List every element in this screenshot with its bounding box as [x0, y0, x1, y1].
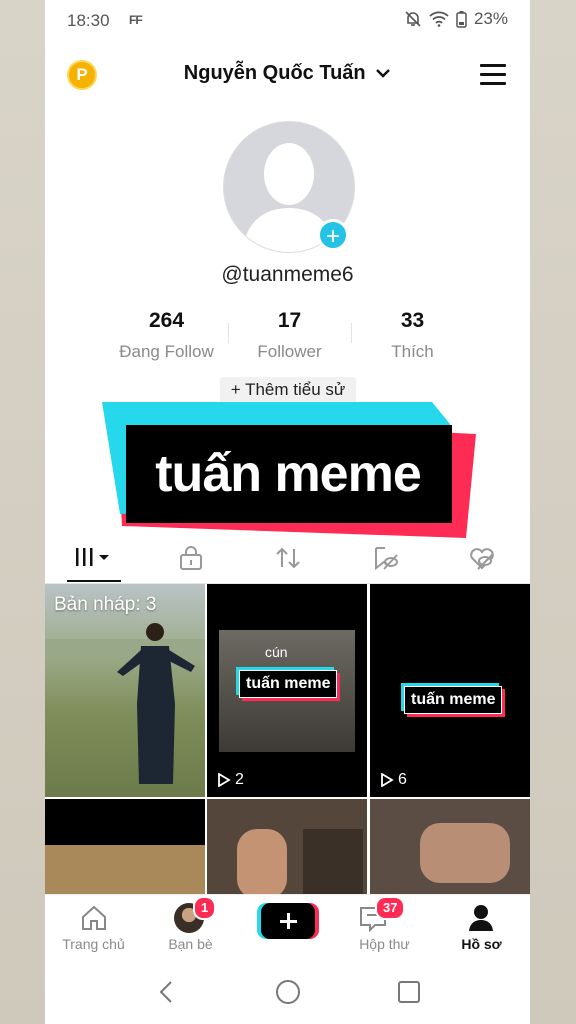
stat-followers[interactable]: 17 Follower: [228, 309, 351, 369]
bottom-nav: Trang chủ 1 Bạn bè 37 Hộp thư Hồ sơ: [45, 894, 530, 961]
tab-videos[interactable]: [45, 535, 142, 583]
account-name: Nguyễn Quốc Tuấn: [183, 62, 366, 84]
profile-stats: 264 Đang Follow 17 Follower 33 Thích: [105, 309, 475, 369]
lock-icon: [179, 546, 202, 570]
add-photo-button[interactable]: +: [317, 219, 349, 251]
back-icon[interactable]: [153, 978, 181, 1006]
bell-muted-icon: [404, 10, 422, 28]
menu-icon[interactable]: [480, 64, 506, 86]
friends-badge: 1: [193, 896, 217, 920]
account-switcher[interactable]: Nguyễn Quốc Tuấn: [45, 62, 530, 85]
nav-inbox[interactable]: 37 Hộp thư: [336, 895, 433, 961]
home-icon: [82, 905, 106, 930]
stat-likes[interactable]: 33 Thích: [351, 309, 474, 369]
background-left: [0, 0, 45, 1024]
drafts-tile[interactable]: Bản nháp: 3: [45, 584, 205, 797]
banner-text: tuấn meme: [155, 445, 422, 503]
tab-reposts[interactable]: [239, 535, 336, 583]
active-tab-indicator: [67, 580, 121, 582]
video-caption: cún: [265, 644, 288, 660]
play-icon: [381, 773, 394, 787]
play-icon: [218, 773, 231, 787]
create-button: [261, 903, 315, 939]
recents-icon[interactable]: [395, 978, 423, 1006]
video-tile[interactable]: tuấn meme 6: [370, 584, 530, 797]
tab-private[interactable]: [142, 535, 239, 583]
video-tile[interactable]: cún tuấn meme 2: [207, 584, 367, 797]
liked-icon: [469, 548, 494, 570]
saved-icon: [374, 547, 398, 570]
battery-icon: [456, 10, 467, 28]
content-tabs: [45, 535, 530, 584]
tab-saved[interactable]: [336, 535, 433, 583]
view-count: 2: [217, 771, 244, 789]
username: @tuanmeme6: [221, 263, 354, 286]
videos-icon: [75, 548, 109, 566]
chevron-down-icon: [375, 62, 391, 85]
background-right: [530, 0, 576, 1024]
video-grid: Bản nháp: 3 cún tuấn meme 2 tuấn meme 6: [45, 584, 530, 1012]
video-badge: tuấn meme: [239, 670, 338, 698]
profile-icon: [469, 905, 493, 931]
nav-profile[interactable]: Hồ sơ: [433, 895, 530, 961]
tab-liked[interactable]: [433, 535, 530, 583]
view-count: 6: [380, 771, 407, 789]
nav-friends[interactable]: 1 Bạn bè: [142, 895, 239, 961]
drafts-label: Bản nháp: 3: [54, 594, 157, 615]
battery-percent: 23%: [473, 9, 508, 28]
stat-following[interactable]: 264 Đang Follow: [105, 309, 228, 369]
status-indicator: FF: [129, 13, 143, 27]
nav-create[interactable]: [239, 895, 336, 961]
inbox-badge: 37: [375, 896, 406, 920]
home-circle-icon[interactable]: [274, 978, 302, 1006]
wifi-icon: [429, 11, 449, 27]
clock: 18:30: [67, 11, 110, 30]
status-bar: 18:30 FF 23%: [45, 0, 530, 42]
add-bio-button[interactable]: + Thêm tiểu sử: [220, 377, 356, 403]
nav-home[interactable]: Trang chủ: [45, 895, 142, 961]
video-badge: tuấn meme: [404, 686, 503, 714]
system-nav: [45, 960, 530, 1024]
phone-screen: 18:30 FF 23% P Nguyễn Quốc Tuấn + @tuanm…: [45, 0, 530, 1024]
profile-header: P Nguyễn Quốc Tuấn: [45, 52, 530, 100]
repost-icon: [275, 547, 300, 569]
